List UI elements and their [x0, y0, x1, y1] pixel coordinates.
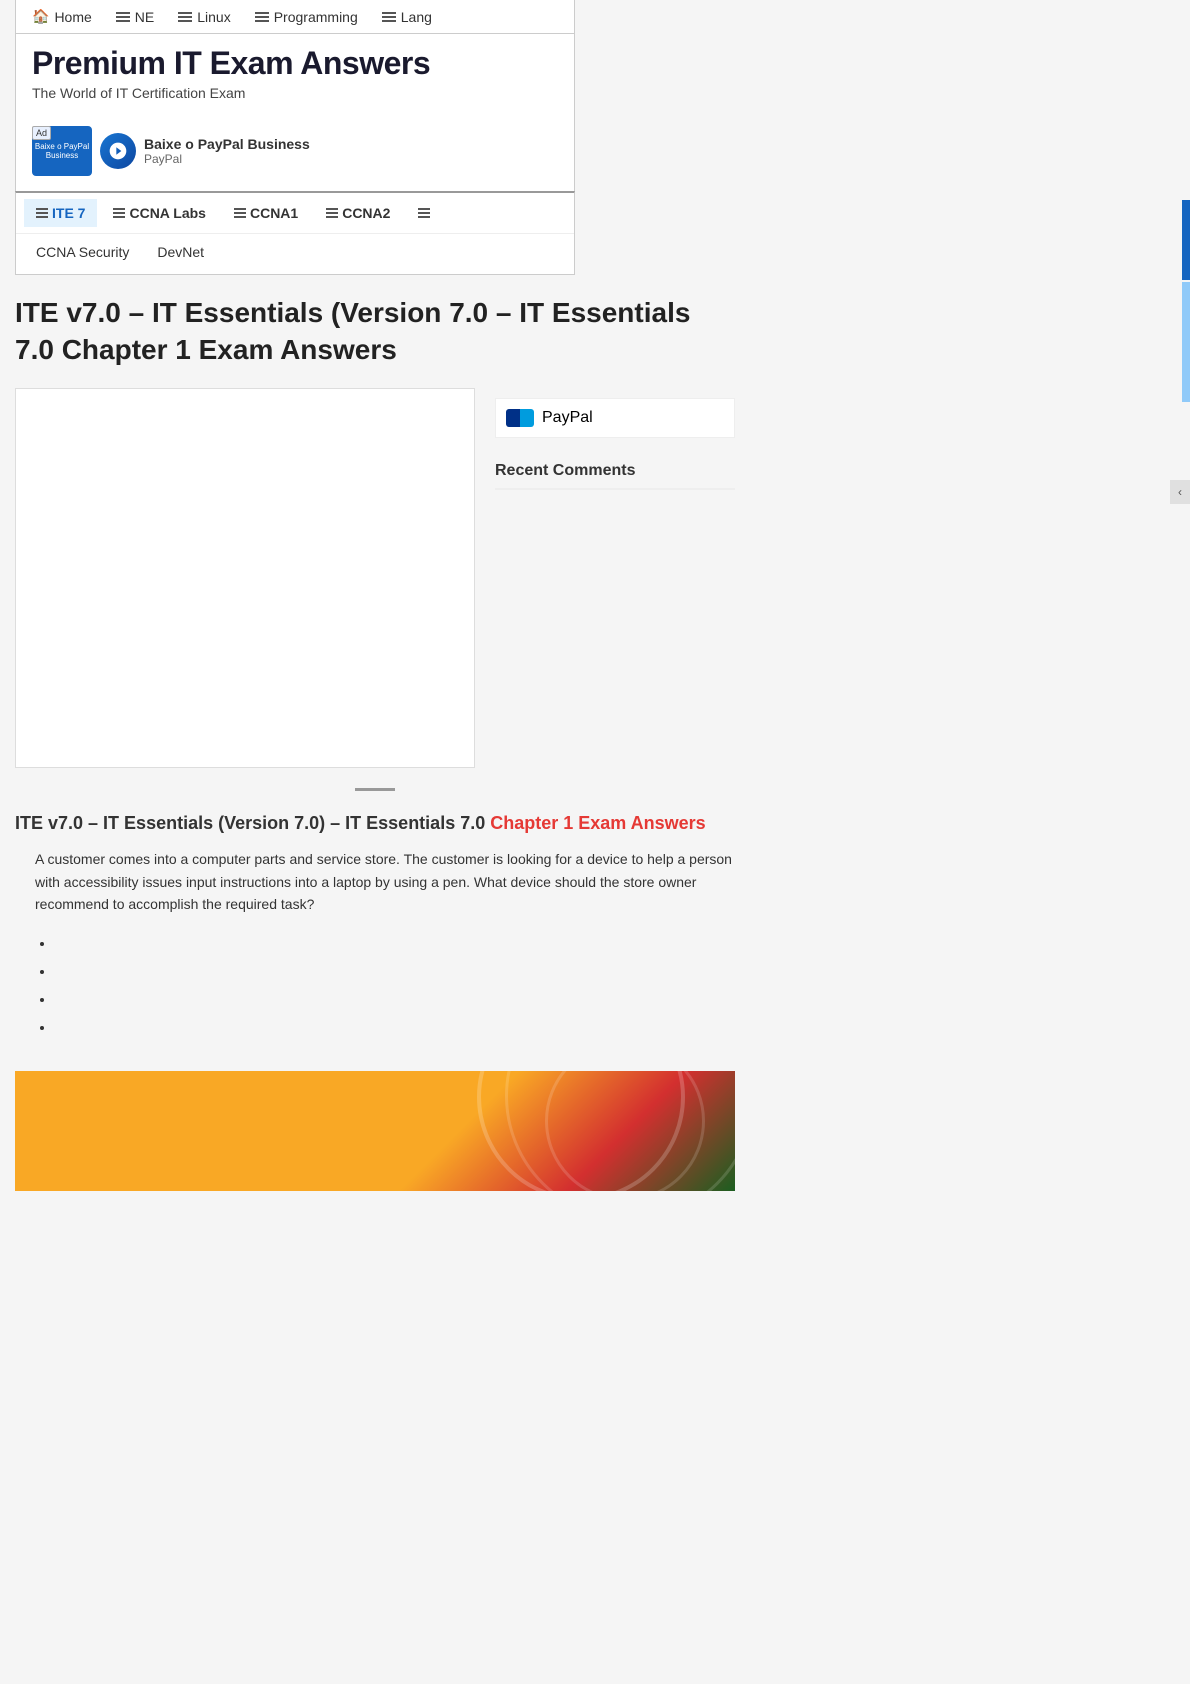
menu-icon-lang [382, 12, 396, 22]
nav-linux[interactable]: Linux [178, 9, 230, 25]
ad-circle-icon [100, 133, 136, 169]
recent-comments-heading: Recent Comments [495, 454, 735, 490]
answer-list [55, 929, 735, 1041]
banner-decoration [435, 1071, 735, 1191]
paypal-widget[interactable]: PayPal [495, 398, 735, 438]
site-title: Premium IT Exam Answers [32, 46, 558, 81]
page-title: ITE v7.0 – IT Essentials (Version 7.0 – … [15, 295, 735, 368]
ad-label: Baixe o PayPalBusiness [33, 140, 91, 162]
subnav-ccna2[interactable]: CCNA2 [314, 199, 402, 227]
subnav-devnet[interactable]: DevNet [145, 238, 216, 266]
subnav-ccna-labs[interactable]: CCNA Labs [101, 199, 218, 227]
answer-item-1 [55, 929, 735, 957]
top-navigation: 🏠 Home NE Linux Programming [15, 0, 575, 34]
section-divider [355, 788, 395, 791]
subnav-ccna-labs-label: CCNA Labs [129, 205, 206, 221]
content-with-sidebar: PayPal Recent Comments [15, 388, 735, 768]
nav-home[interactable]: 🏠 Home [32, 8, 92, 25]
subnav-ite7[interactable]: ITE 7 [24, 199, 97, 227]
bottom-ad-banner [15, 1071, 735, 1191]
paypal-icon [506, 409, 534, 427]
scroll-arrow[interactable]: ‹ [1170, 480, 1190, 504]
nav-home-label: Home [54, 9, 91, 25]
answer-item-4 [55, 1013, 735, 1041]
sub-nav-row2: CCNA Security DevNet [16, 233, 574, 274]
menu-icon-linux [178, 12, 192, 22]
subnav-more[interactable] [406, 202, 442, 224]
article-subtitle: ITE v7.0 – IT Essentials (Version 7.0) –… [15, 811, 735, 836]
right-sidebar: PayPal Recent Comments [495, 388, 735, 768]
answer-item-3 [55, 985, 735, 1013]
subnav-ccna1-label: CCNA1 [250, 205, 298, 221]
article-highlight: Chapter 1 Exam Answers [490, 813, 705, 833]
answer-item-2 [55, 957, 735, 985]
accent-bar-blue [1182, 200, 1190, 280]
menu-icon-ccna1 [234, 208, 246, 218]
subnav-ccna-security-label: CCNA Security [36, 244, 129, 260]
accent-bar-light [1182, 282, 1190, 402]
nav-programming-label: Programming [274, 9, 358, 25]
article-body: ITE v7.0 – IT Essentials (Version 7.0) –… [15, 811, 735, 1061]
menu-icon-ccna2 [326, 208, 338, 218]
nav-lang[interactable]: Lang [382, 9, 432, 25]
menu-icon-ite7 [36, 208, 48, 218]
site-header: Premium IT Exam Answers The World of IT … [15, 34, 575, 111]
main-content: ITE v7.0 – IT Essentials (Version 7.0 – … [15, 295, 735, 1191]
menu-icon-ne [116, 12, 130, 22]
ad-icon: Ad Baixe o PayPalBusiness [32, 126, 92, 176]
nav-programming[interactable]: Programming [255, 9, 358, 25]
subnav-devnet-label: DevNet [157, 244, 204, 260]
subnav-ccna1[interactable]: CCNA1 [222, 199, 310, 227]
ad-badge: Ad [32, 126, 51, 140]
sub-nav-row1: ITE 7 CCNA Labs CCNA1 [16, 193, 574, 233]
home-icon: 🏠 [32, 8, 49, 25]
ad-text-area: Baixe o PayPal Business PayPal [144, 136, 310, 166]
article-subtitle-text: ITE v7.0 – IT Essentials (Version 7.0) –… [15, 813, 485, 833]
subnav-ite7-label: ITE 7 [52, 205, 85, 221]
ad-area: Ad Baixe o PayPalBusiness Baixe o PayPal… [15, 111, 575, 191]
subnav-ccna2-label: CCNA2 [342, 205, 390, 221]
nav-ne[interactable]: NE [116, 9, 154, 25]
question-text: A customer comes into a computer parts a… [35, 848, 735, 915]
right-accent-bars [1182, 200, 1190, 402]
sub-navigation: ITE 7 CCNA Labs CCNA1 [15, 191, 575, 275]
banner-circle-2 [545, 1071, 705, 1191]
nav-lang-label: Lang [401, 9, 432, 25]
nav-linux-label: Linux [197, 9, 230, 25]
menu-icon-ccna-labs [113, 208, 125, 218]
ad-subtitle: PayPal [144, 152, 310, 166]
site-subtitle: The World of IT Certification Exam [32, 85, 558, 101]
subnav-ccna-security[interactable]: CCNA Security [24, 238, 141, 266]
nav-ne-label: NE [135, 9, 154, 25]
menu-icon-programming [255, 12, 269, 22]
paypal-label: PayPal [542, 409, 593, 427]
ad-title: Baixe o PayPal Business [144, 136, 310, 152]
article-content-placeholder [15, 388, 475, 768]
